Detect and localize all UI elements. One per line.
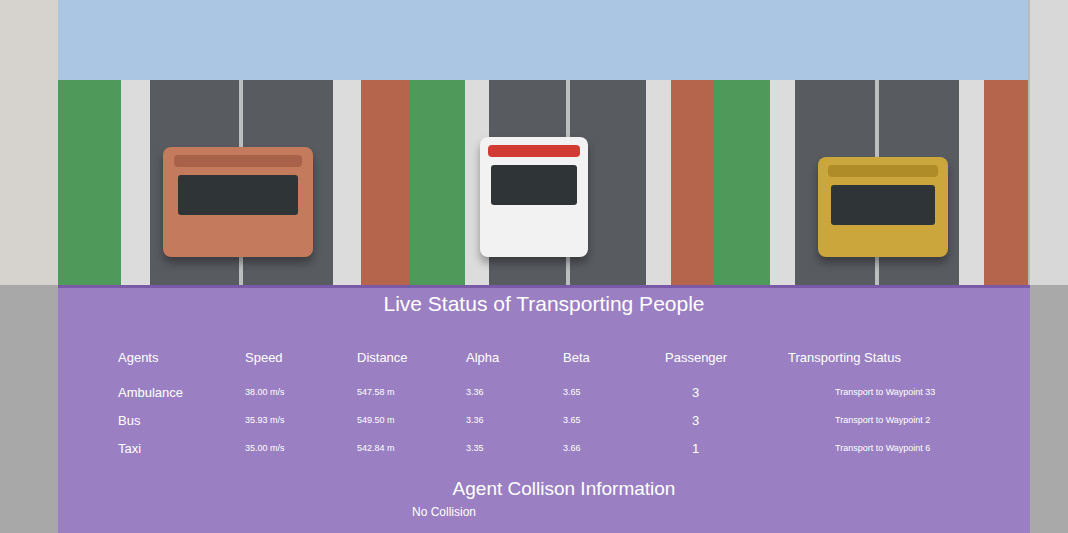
table-header: AgentsSpeedDistanceAlphaBetaPassengerTra… (118, 348, 1030, 368)
camera-view (410, 0, 713, 285)
table-row: Bus35.93 m/s549.50 m3.363.653Transport t… (118, 407, 1030, 435)
vehicle (480, 137, 588, 257)
vehicle (163, 147, 313, 257)
camera-view (58, 0, 410, 285)
column-header: Alpha (466, 348, 563, 368)
app: Live Status of Transporting People Agents… (0, 0, 1068, 533)
camera-view (713, 0, 1028, 285)
column-header: Transporting Status (788, 348, 1030, 368)
left-strip (0, 0, 58, 533)
collision-message: No Collision (412, 504, 676, 520)
column-header: Speed (245, 348, 357, 368)
panel-title: Live Status of Transporting People (383, 290, 704, 318)
column-header: Distance (357, 348, 466, 368)
right-strip (1030, 0, 1068, 533)
status-table: AgentsSpeedDistanceAlphaBetaPassengerTra… (58, 348, 1030, 463)
status-panel: Live Status of Transporting People Agents… (58, 285, 1030, 533)
vehicle (818, 157, 948, 257)
table-row: Ambulance38.00 m/s547.58 m3.363.653Trans… (118, 379, 1030, 407)
column-header: Beta (563, 348, 660, 368)
camera-views (58, 0, 1030, 285)
collision-title: Agent Collison Information (413, 477, 676, 501)
column-header: Agents (118, 348, 245, 368)
table-row: Taxi35.00 m/s542.84 m3.353.661Transport … (118, 435, 1030, 463)
column-header: Passenger (660, 348, 788, 368)
